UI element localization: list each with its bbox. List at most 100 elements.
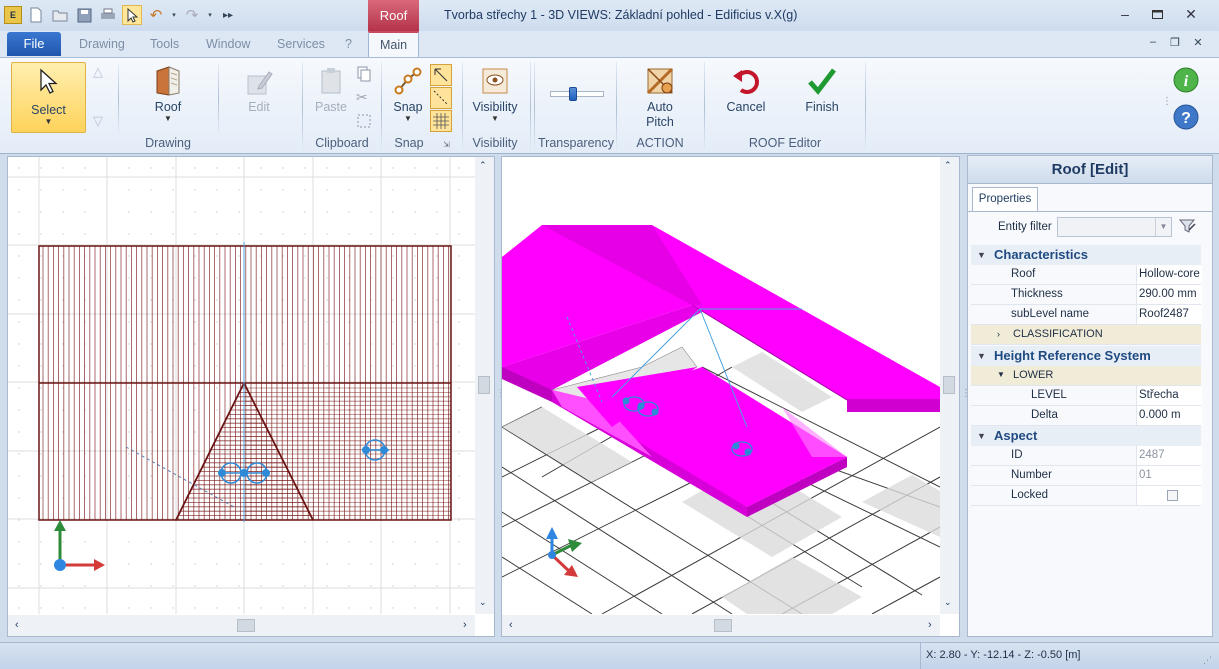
prop-row-delta[interactable]: Delta 0.000 m — [971, 406, 1202, 426]
scrollbar-thumb[interactable] — [237, 619, 255, 632]
roof-button[interactable]: Roof ▼ — [140, 64, 196, 123]
prop-row-classification[interactable]: › CLASSIFICATION — [971, 325, 1201, 345]
minimize-icon[interactable]: – — [1114, 5, 1136, 23]
category-height-reference[interactable]: ▼ Height Reference System — [971, 346, 1201, 366]
plan-view-canvas[interactable] — [8, 157, 475, 614]
horizontal-scrollbar[interactable]: ‹ › — [502, 615, 940, 636]
prop-value[interactable]: Střecha — [1136, 386, 1202, 405]
scroll-right-icon[interactable]: › — [463, 619, 467, 631]
scrollbar-thumb[interactable] — [478, 376, 490, 394]
tab-services[interactable]: Services — [277, 37, 325, 51]
ribbon-minimize-icon[interactable]: – — [1144, 36, 1162, 50]
prop-value[interactable]: Roof2487 — [1136, 305, 1202, 324]
resize-grip-icon[interactable]: ⋰ — [1203, 655, 1212, 666]
vertical-scrollbar[interactable]: ⌃ ⌄ — [475, 157, 494, 614]
tab-tools[interactable]: Tools — [150, 37, 179, 51]
tab-drawing[interactable]: Drawing — [79, 37, 125, 51]
tab-window[interactable]: Window — [206, 37, 250, 51]
collapse-chevron-icon[interactable]: ▼ — [997, 370, 1005, 379]
scrollbar-thumb[interactable] — [714, 619, 732, 632]
collapse-chevron-icon[interactable]: ▼ — [977, 426, 986, 446]
scroll-down-icon[interactable]: ⌄ — [944, 597, 952, 608]
save-icon[interactable] — [74, 5, 94, 25]
snap-grid-icon[interactable] — [430, 110, 452, 132]
scroll-left-icon[interactable]: ‹ — [15, 619, 19, 631]
scroll-down-icon[interactable]: ▽ — [93, 113, 103, 129]
prop-value[interactable]: 0.000 m — [1136, 406, 1202, 425]
open-folder-icon[interactable] — [50, 5, 70, 25]
dialog-launcher-icon[interactable]: ⇲ — [443, 140, 450, 149]
new-file-icon[interactable] — [26, 5, 46, 25]
view-3d-canvas[interactable] — [502, 157, 940, 614]
copy-icon[interactable] — [356, 66, 372, 85]
scroll-up-icon[interactable]: △ — [93, 64, 103, 80]
prop-row-thickness[interactable]: Thickness 290.00 mm — [971, 285, 1202, 305]
auto-pitch-button[interactable]: Auto Pitch — [628, 64, 692, 130]
scrollbar-thumb[interactable] — [943, 376, 955, 394]
entity-filter-dropdown[interactable]: ▼ — [1057, 217, 1172, 237]
tab-properties[interactable]: Properties — [972, 187, 1038, 211]
locked-checkbox[interactable] — [1167, 490, 1178, 501]
visibility-button[interactable]: Visibility ▼ — [468, 64, 522, 123]
ribbon-more-icon[interactable]: ⋮ — [1162, 96, 1172, 107]
prop-row-roof[interactable]: Roof Hollow-core s — [971, 265, 1202, 285]
collapse-chevron-icon[interactable]: ▼ — [977, 346, 986, 366]
snap-object-icon[interactable] — [430, 64, 452, 86]
undo-icon[interactable]: ↶ — [146, 5, 166, 25]
snap-line-icon[interactable] — [430, 87, 452, 109]
prop-row-id[interactable]: ID 2487 — [971, 446, 1202, 466]
svg-text:?: ? — [1181, 110, 1191, 127]
cursor-select-icon[interactable] — [122, 5, 142, 25]
collapse-chevron-icon[interactable]: ▼ — [977, 245, 986, 265]
select-area-icon[interactable] — [356, 113, 372, 132]
edit-pencil-icon — [245, 64, 273, 98]
filter-funnel-icon[interactable] — [1178, 218, 1197, 237]
category-aspect[interactable]: ▼ Aspect — [971, 426, 1201, 446]
category-characteristics[interactable]: ▼ Characteristics — [971, 245, 1201, 265]
scroll-right-icon[interactable]: › — [928, 619, 932, 631]
cancel-button[interactable]: Cancel — [720, 64, 772, 115]
scroll-left-icon[interactable]: ‹ — [509, 619, 513, 631]
tab-help[interactable]: ? — [345, 37, 352, 51]
select-button[interactable]: Select ▼ — [11, 62, 86, 133]
chevron-down-icon: ▼ — [491, 114, 499, 123]
undo-dropdown-icon[interactable]: ▾ — [170, 5, 178, 25]
redo-dropdown-icon[interactable]: ▾ — [206, 5, 214, 25]
plan-view-2d[interactable]: ⌃ ⌄ ‹ › — [7, 156, 495, 637]
app-logo-icon[interactable]: E — [4, 6, 22, 24]
scroll-down-icon[interactable]: ⌄ — [479, 597, 487, 608]
ribbon-restore-icon[interactable]: ❐ — [1166, 36, 1184, 50]
prop-row-locked[interactable]: Locked — [971, 486, 1202, 506]
transparency-slider-thumb[interactable] — [569, 87, 577, 101]
redo-icon[interactable]: ↷ — [182, 5, 202, 25]
expand-chevron-icon[interactable]: › — [997, 329, 1000, 339]
print-icon[interactable] — [98, 5, 118, 25]
prop-value[interactable]: Hollow-core s — [1136, 265, 1202, 284]
close-icon[interactable]: ✕ — [1180, 5, 1202, 23]
maximize-icon[interactable] — [1146, 5, 1168, 23]
finish-button[interactable]: Finish — [796, 64, 848, 115]
info-icon[interactable]: i — [1173, 67, 1199, 96]
vertical-scrollbar[interactable]: ⌃ ⌄ — [940, 157, 959, 614]
prop-row-lower[interactable]: ▼ LOWER — [971, 366, 1201, 386]
transparency-slider[interactable] — [550, 87, 604, 101]
tab-file[interactable]: File — [7, 32, 61, 56]
separator — [865, 62, 866, 152]
prop-row-sublevel[interactable]: subLevel name Roof2487 — [971, 305, 1202, 325]
edit-button[interactable]: Edit — [235, 64, 283, 115]
prop-row-number[interactable]: Number 01 — [971, 466, 1202, 486]
ribbon-close-icon[interactable]: ✕ — [1189, 36, 1207, 50]
status-bar: X: 2.80 - Y: -12.14 - Z: -0.50 [m] ⋰ — [0, 642, 1219, 669]
snap-button[interactable]: Snap ▼ — [388, 64, 428, 123]
view-3d[interactable]: ⌃ ⌄ ‹ › — [501, 156, 960, 637]
horizontal-scrollbar[interactable]: ‹ › — [8, 615, 475, 636]
scroll-up-icon[interactable]: ⌃ — [479, 160, 487, 171]
prop-value[interactable]: 290.00 mm — [1136, 285, 1202, 304]
cut-scissors-icon[interactable]: ✂ — [356, 89, 368, 106]
prop-row-level[interactable]: LEVEL Střecha — [971, 386, 1202, 406]
customize-toolbar-icon[interactable]: ▸▸ — [218, 5, 238, 25]
scroll-up-icon[interactable]: ⌃ — [944, 160, 952, 171]
help-icon[interactable]: ? — [1173, 104, 1199, 133]
tab-main[interactable]: Main — [368, 31, 419, 58]
paste-button[interactable]: Paste — [312, 64, 350, 115]
